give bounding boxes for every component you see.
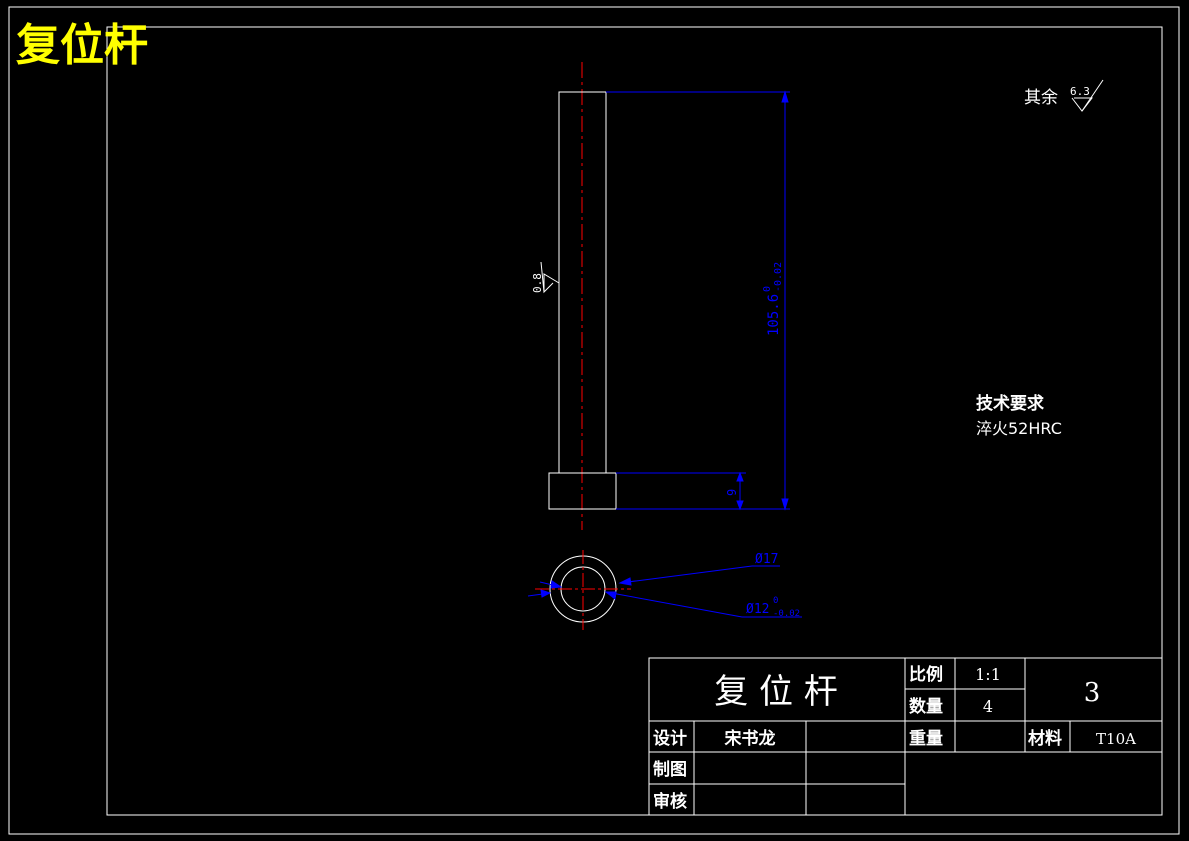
- check-label: 审核: [653, 791, 687, 812]
- part-name: 复 位 杆: [714, 672, 838, 712]
- inner-dia-upper: 0: [773, 596, 778, 606]
- tech-req-line1: 淬火52HRC: [976, 419, 1062, 438]
- draw-label: 制图: [653, 759, 687, 780]
- sheet-number: 3: [1084, 678, 1101, 708]
- qty-value: 4: [983, 697, 993, 716]
- scale-label: 比例: [909, 664, 943, 685]
- weight-label: 重量: [909, 728, 943, 749]
- head-dim-value: 9: [725, 489, 739, 496]
- side-roughness-value: 0.8: [531, 273, 544, 293]
- side-roughness-symbol: 0.8: [531, 261, 560, 294]
- outer-dia-leader: [527, 565, 780, 598]
- roughness-note-label: 其余: [1024, 88, 1058, 108]
- roughness-note-value: 6.3: [1070, 85, 1090, 98]
- tech-req-heading: 技术要求: [976, 393, 1044, 414]
- inner-dia-lower: -0.02: [773, 609, 800, 619]
- length-dim-nominal: 105.6: [766, 294, 782, 336]
- drawing-sheet: 复位杆 0.8 105.6 0 -0.02 9 Ø17 Ø12 0 -0.02 …: [8, 6, 1180, 835]
- outer-dia-label: Ø17: [755, 552, 778, 567]
- material-value: T10A: [1096, 730, 1136, 748]
- material-label: 材料: [1028, 728, 1062, 749]
- corner-title: 复位杆: [16, 20, 148, 71]
- designer-name: 宋书龙: [724, 728, 776, 749]
- length-dim-upper: 0: [762, 286, 773, 292]
- inner-dia-nominal: Ø12: [746, 602, 769, 617]
- length-dimension: [606, 90, 790, 511]
- scale-value: 1:1: [975, 665, 1001, 684]
- length-dim-lower: -0.02: [773, 262, 784, 292]
- design-label: 设计: [653, 728, 687, 749]
- qty-label: 数量: [909, 696, 943, 717]
- end-view: [535, 550, 631, 630]
